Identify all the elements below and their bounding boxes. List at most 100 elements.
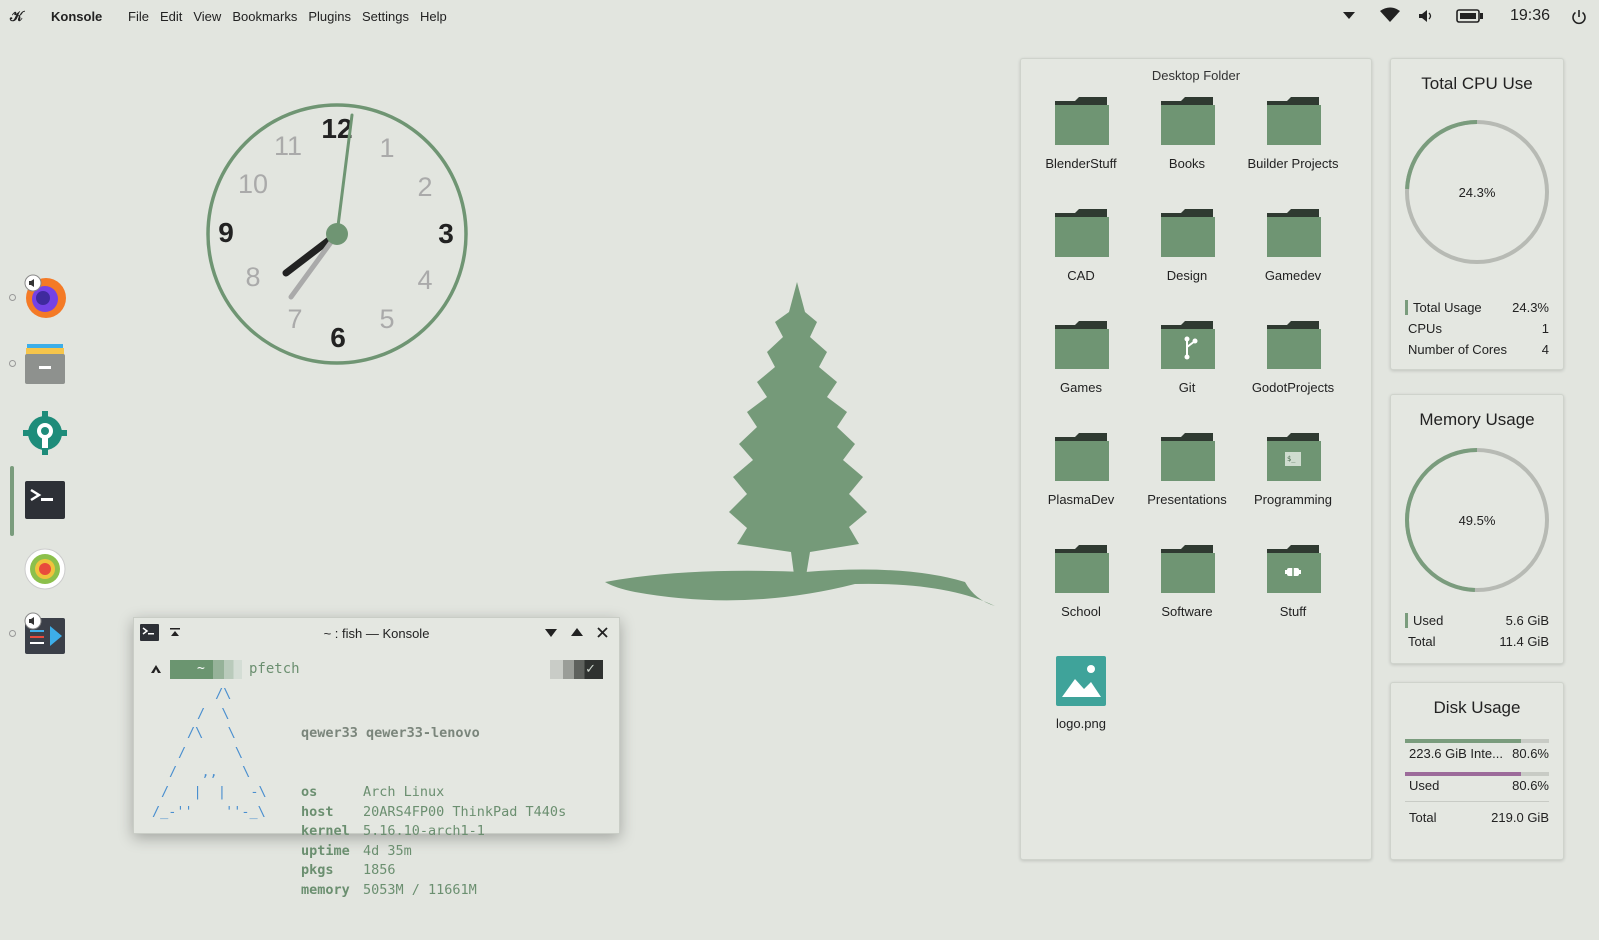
desktop-folder-title: Desktop Folder [1151, 68, 1241, 83]
desktop-item-label: Software [1161, 604, 1213, 619]
desktop-item[interactable]: Games [1027, 317, 1135, 396]
files-launcher[interactable] [22, 342, 68, 388]
info-value: 20ARS4FP00 ThinkPad T440s [363, 803, 567, 820]
desktop-item[interactable]: Software [1133, 541, 1241, 620]
user-host: qewer33 qewer33-lenovo [301, 725, 480, 742]
desktop-item[interactable]: GodotProjects [1239, 317, 1347, 396]
analog-clock-widget[interactable]: 12 1 2 3 4 5 6 7 8 9 10 11 [204, 101, 470, 367]
info-key: os [301, 783, 318, 800]
menu-plugins[interactable]: Plugins [308, 9, 351, 24]
active-indicator [10, 466, 14, 536]
desktop-item[interactable]: Books [1133, 93, 1241, 172]
desktop-item[interactable]: School [1027, 541, 1135, 620]
menu-view[interactable]: View [193, 9, 221, 24]
desktop-item-label: Books [1168, 156, 1206, 171]
konsole-launcher[interactable] [22, 478, 68, 524]
check-icon: ✓ [585, 661, 596, 676]
info-row: memory 5053M / 11661M [301, 881, 566, 901]
desktop-item[interactable]: Design [1133, 205, 1241, 284]
chevron-down-icon[interactable] [1342, 10, 1356, 32]
cpu-gauge: 24.3% [1405, 120, 1549, 264]
menu-edit[interactable]: Edit [160, 9, 182, 24]
volume-icon[interactable] [1418, 9, 1434, 31]
desktop-item-label: Games [1060, 380, 1102, 395]
battery-icon[interactable] [1456, 8, 1484, 30]
system-clock[interactable]: 19:36 [1510, 7, 1550, 25]
info-value: 4d 35m [363, 842, 412, 859]
info-row: host 20ARS4FP00 ThinkPad T440s [301, 803, 566, 823]
tree-wallpaper-graphic [605, 282, 995, 606]
memory-row-total: Total 11.4 GiB [1408, 634, 1549, 649]
clock-numeral-7: 7 [287, 304, 302, 334]
konsole-window[interactable]: ~ : fish — Konsole ~ pfetch ✓ /\ / \/\ \ /… [133, 617, 620, 898]
desktop-item-label: Stuff [1279, 604, 1307, 619]
folder-icon [1055, 321, 1109, 369]
desktop-item[interactable]: Builder Projects [1239, 93, 1347, 172]
clock-numeral-8: 8 [245, 262, 260, 292]
folder-icon [1267, 321, 1321, 369]
wifi-icon[interactable] [1380, 7, 1400, 29]
desktop-item-label: Git [1178, 380, 1196, 395]
prompt-segment: ~ [170, 660, 242, 679]
desktop-item[interactable]: PlasmaDev [1027, 429, 1135, 508]
desktop-item[interactable]: Git [1133, 317, 1241, 396]
info-row: kernel 5.16.10-arch1-1 [301, 822, 566, 842]
menu-help[interactable]: Help [420, 9, 447, 24]
disk-usage-launcher[interactable] [22, 546, 68, 592]
disk-row-total: Total 219.0 GiB [1409, 810, 1549, 825]
global-menu: File Edit View Bookmarks Plugins Setting… [128, 9, 458, 24]
clock-numeral-11: 11 [274, 131, 302, 161]
menu-file[interactable]: File [128, 9, 149, 24]
memory-row-used: Used 5.6 GiB [1405, 613, 1549, 628]
disk-used-bar [1405, 772, 1549, 776]
desktop-item-label: logo.png [1056, 716, 1106, 731]
info-value: 5053M / 11661M [363, 881, 477, 898]
minimize-icon[interactable] [545, 629, 557, 637]
menu-settings[interactable]: Settings [362, 9, 409, 24]
folder-git-icon [1161, 321, 1215, 369]
terminal-icon [25, 481, 65, 519]
desktop-item-label: BlenderStuff [1045, 156, 1117, 171]
clock-numeral-10: 10 [238, 169, 268, 199]
terminal-area[interactable]: ~ pfetch ✓ /\ / \/\ \ / \ / ,, \ / | | -\/_-… [134, 648, 619, 898]
folder-stuff-icon [1267, 545, 1321, 593]
info-row: uptime 4d 35m [301, 842, 566, 862]
desktop-item[interactable]: CAD [1027, 205, 1135, 284]
desktop-item[interactable]: Presentations [1133, 429, 1241, 508]
disk-row-used: Used 80.6% [1409, 778, 1549, 793]
desktop-item[interactable]: $_ Programming [1239, 429, 1347, 508]
clock-numeral-4: 4 [417, 265, 432, 295]
desktop-item[interactable]: Gamedev [1239, 205, 1347, 284]
video-editor-launcher[interactable] [22, 612, 68, 658]
system-settings-launcher[interactable] [22, 410, 68, 456]
maximize-icon[interactable] [571, 628, 583, 636]
firefox-launcher[interactable] [22, 274, 68, 320]
folder-icon [1055, 433, 1109, 481]
cpu-row-total-usage: Total Usage 24.3% [1405, 300, 1549, 315]
menu-bookmarks[interactable]: Bookmarks [232, 9, 297, 24]
info-key: host [301, 803, 334, 820]
desktop-item[interactable]: Stuff [1239, 541, 1347, 620]
desktop-item-label: Gamedev [1264, 268, 1322, 283]
video-editor-icon [24, 612, 65, 654]
cpu-row-cpus: CPUs 1 [1408, 321, 1549, 336]
folder-icon [1055, 545, 1109, 593]
running-indicator [9, 360, 16, 367]
running-indicator [9, 294, 16, 301]
konsole-titlebar[interactable]: ~ : fish — Konsole [134, 618, 619, 648]
disk-title: Disk Usage [1433, 698, 1521, 717]
desktop-item-label: Programming [1253, 492, 1333, 507]
clock-numeral-6: 6 [330, 322, 346, 353]
prompt-status-segment: ✓ [550, 660, 603, 679]
folder-icon [1267, 209, 1321, 257]
system-info: qewer33 qewer33-lenovo os Arch Linux host 2… [301, 685, 566, 940]
folder-script-icon: $_ [1267, 433, 1321, 481]
close-icon[interactable] [597, 627, 608, 638]
desktop-item[interactable]: logo.png [1027, 653, 1135, 732]
power-icon[interactable] [1571, 9, 1587, 31]
desktop-folder-widget: Desktop Folder BlenderStuff Books Builder … [1020, 58, 1372, 860]
kde-logo-icon[interactable]: 𝒦 [10, 8, 26, 24]
desktop-item[interactable]: BlenderStuff [1027, 93, 1135, 172]
desktop-item-label: CAD [1067, 268, 1095, 283]
cpu-usage-widget: Total CPU Use 24.3% Total Usage 24.3% CPU… [1390, 58, 1564, 370]
